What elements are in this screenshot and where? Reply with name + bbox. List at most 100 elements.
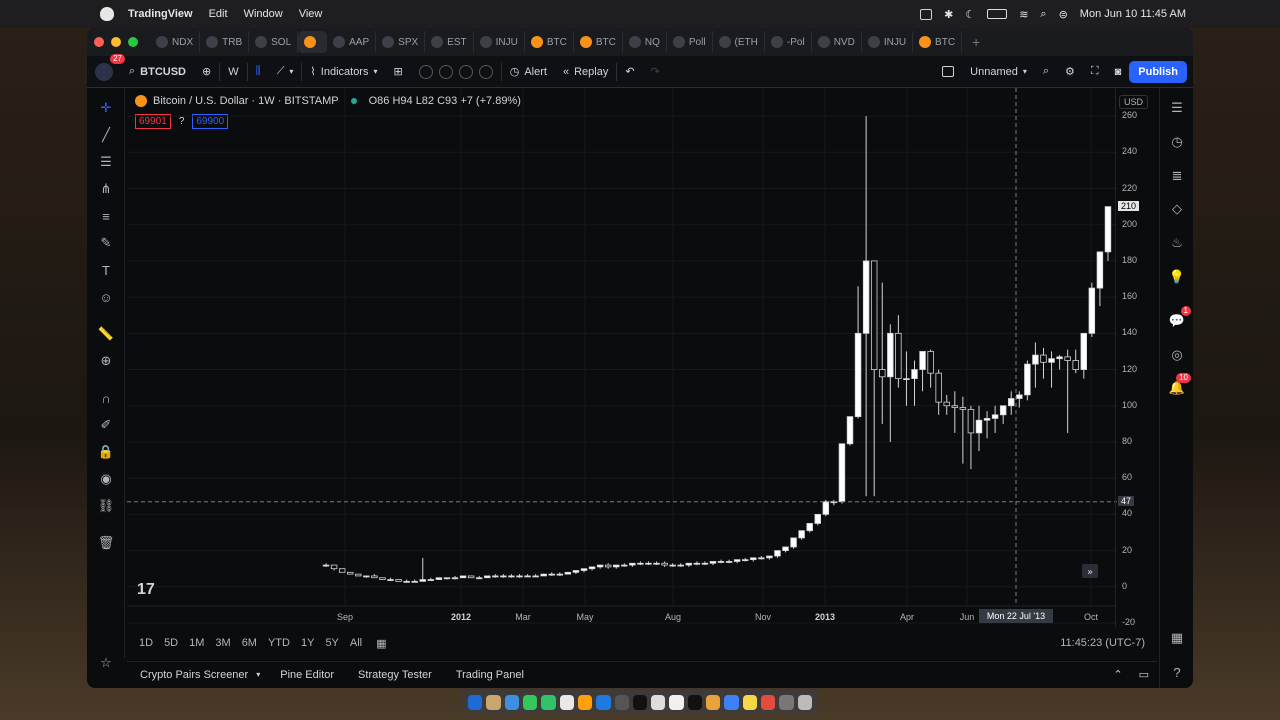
price-axis[interactable]: USD 260 240 220 200 180 160 140 120 100 80 60 40 20 0…: [1115, 88, 1157, 628]
currency-selector[interactable]: USD: [1119, 95, 1149, 109]
line-chart-type-button[interactable]: ⟋ ▾: [269, 59, 302, 85]
tab-trading-panel[interactable]: Trading Panel: [456, 669, 524, 681]
preset-a-icon[interactable]: [438, 64, 453, 79]
tab-pine-editor[interactable]: Pine Editor: [280, 669, 334, 681]
browser-tab[interactable]: [298, 31, 328, 53]
trend-line-icon[interactable]: ╱: [96, 125, 116, 145]
replay-button[interactable]: « Replay: [555, 59, 616, 85]
battery-icon[interactable]: [987, 9, 1008, 19]
browser-tab[interactable]: SPX: [376, 31, 426, 53]
dock-app-icon[interactable]: [687, 694, 703, 710]
dock-app-icon[interactable]: [522, 694, 538, 710]
dock-app-icon[interactable]: [486, 694, 501, 710]
close-window-button[interactable]: [94, 37, 104, 47]
clock[interactable]: Mon Jun 10 11:45 AM: [1080, 8, 1186, 20]
layout-name-button[interactable]: Unnamed ▾: [962, 59, 1035, 85]
apple-icon[interactable]: [100, 7, 114, 21]
ideas-lightbulb-icon[interactable]: 💡: [1167, 267, 1187, 287]
range-button[interactable]: 3M: [215, 637, 230, 649]
browser-tab[interactable]: EST: [425, 31, 474, 53]
eye-icon[interactable]: ◉: [96, 469, 116, 489]
browser-tab[interactable]: NVD: [812, 31, 862, 53]
menu-edit[interactable]: Edit: [209, 8, 228, 20]
fullscreen-button[interactable]: ⛶: [1083, 59, 1107, 85]
link-icon[interactable]: ⛓: [96, 496, 116, 516]
horizontal-lines-icon[interactable]: ☰: [96, 152, 116, 172]
dock-app-icon[interactable]: [797, 694, 812, 710]
browser-tab[interactable]: NQ: [623, 31, 667, 53]
browser-tab[interactable]: (ETH: [713, 31, 765, 53]
bluetooth-icon[interactable]: ✱: [944, 8, 953, 21]
zoom-window-button[interactable]: [128, 37, 138, 47]
range-button[interactable]: 1M: [189, 637, 204, 649]
menu-app-name[interactable]: TradingView: [128, 8, 193, 20]
dock-app-icon[interactable]: [504, 694, 519, 710]
menu-window[interactable]: Window: [244, 8, 283, 20]
text-icon[interactable]: T: [96, 260, 116, 280]
templates-button[interactable]: ⊞: [386, 59, 411, 85]
stay-in-drawing-mode-icon[interactable]: ✐: [96, 415, 116, 435]
quick-search-button[interactable]: ⌕: [1035, 59, 1057, 85]
range-button[interactable]: 5D: [164, 637, 178, 649]
alert-button[interactable]: ◷ Alert: [502, 59, 555, 85]
favorites-star-icon[interactable]: ☆: [96, 653, 116, 673]
browser-tab[interactable]: INJU: [474, 31, 525, 53]
snapshot-button[interactable]: ◙: [1107, 59, 1130, 85]
indicators-button[interactable]: ⌇ Indicators ▾: [302, 59, 385, 85]
layout-button[interactable]: [934, 59, 962, 85]
hotlists-icon[interactable]: ♨: [1167, 233, 1187, 253]
range-button[interactable]: YTD: [268, 637, 290, 649]
range-button[interactable]: All: [350, 637, 362, 649]
browser-tab[interactable]: AAP: [327, 31, 377, 53]
dock-app-icon[interactable]: [651, 694, 666, 710]
control-center-icon[interactable]: ⊜: [1059, 8, 1068, 21]
browser-tab[interactable]: SOL: [249, 31, 299, 53]
range-button[interactable]: 1D: [139, 637, 153, 649]
browser-tab[interactable]: NDX: [150, 31, 201, 53]
help-icon[interactable]: ?: [1167, 662, 1187, 682]
pitchfork-icon[interactable]: ⋔: [96, 179, 116, 199]
dock-app-icon[interactable]: [669, 694, 684, 710]
magnet-icon[interactable]: ∩: [96, 388, 116, 408]
range-button[interactable]: 6M: [242, 637, 257, 649]
dock-app-icon[interactable]: [706, 694, 721, 710]
interval-button[interactable]: W: [220, 59, 246, 85]
crosshair-icon[interactable]: ✛: [96, 98, 116, 118]
dock-app-icon[interactable]: [541, 694, 556, 710]
range-button[interactable]: 5Y: [325, 637, 338, 649]
collapse-panel-icon[interactable]: ⌃: [1113, 668, 1122, 681]
maximize-panel-icon[interactable]: ▭: [1139, 668, 1149, 681]
notifications-icon[interactable]: 🔔 10: [1167, 373, 1191, 398]
dock-app-icon[interactable]: [779, 694, 794, 710]
browser-tab[interactable]: INJU: [862, 31, 914, 53]
moon-icon[interactable]: ☾: [965, 8, 975, 21]
profile-avatar[interactable]: 27: [87, 53, 125, 85]
dock-app-icon[interactable]: [614, 694, 629, 710]
emoji-icon[interactable]: ☺: [96, 287, 116, 307]
dock-app-icon[interactable]: [468, 694, 483, 710]
layers-icon[interactable]: ◇: [1167, 199, 1187, 219]
preset-b-icon[interactable]: [458, 64, 473, 79]
browser-tab[interactable]: BTC: [574, 31, 623, 53]
trash-icon[interactable]: 🗑: [96, 533, 116, 553]
new-tab-icon[interactable]: +: [972, 34, 980, 50]
calendar-icon[interactable]: ▦: [1167, 628, 1187, 648]
dock-app-icon[interactable]: [632, 694, 648, 710]
browser-tab[interactable]: -Pol: [765, 31, 812, 53]
watchlist-icon[interactable]: ☰: [1167, 98, 1187, 118]
brush-icon[interactable]: ✎: [96, 233, 116, 253]
dock-app-icon[interactable]: [724, 694, 739, 710]
browser-tab[interactable]: BTC: [913, 31, 963, 53]
ruler-icon[interactable]: 📏: [96, 324, 116, 344]
preset-z-icon[interactable]: [478, 64, 493, 79]
compare-symbol-button[interactable]: ⊕: [194, 59, 219, 85]
symbol-search-button[interactable]: ⌕ BTCUSD: [121, 59, 194, 85]
zoom-in-icon[interactable]: ⊕: [96, 351, 116, 371]
dock-app-icon[interactable]: [577, 694, 593, 710]
dock-app-icon[interactable]: [742, 694, 757, 710]
dock-app-icon[interactable]: [596, 694, 611, 710]
search-icon[interactable]: ⌕: [1040, 8, 1046, 21]
object-tree-icon[interactable]: ≣: [1167, 166, 1187, 186]
wifi-icon[interactable]: ≋: [1019, 8, 1028, 21]
lock-icon[interactable]: 🔒: [96, 442, 116, 462]
